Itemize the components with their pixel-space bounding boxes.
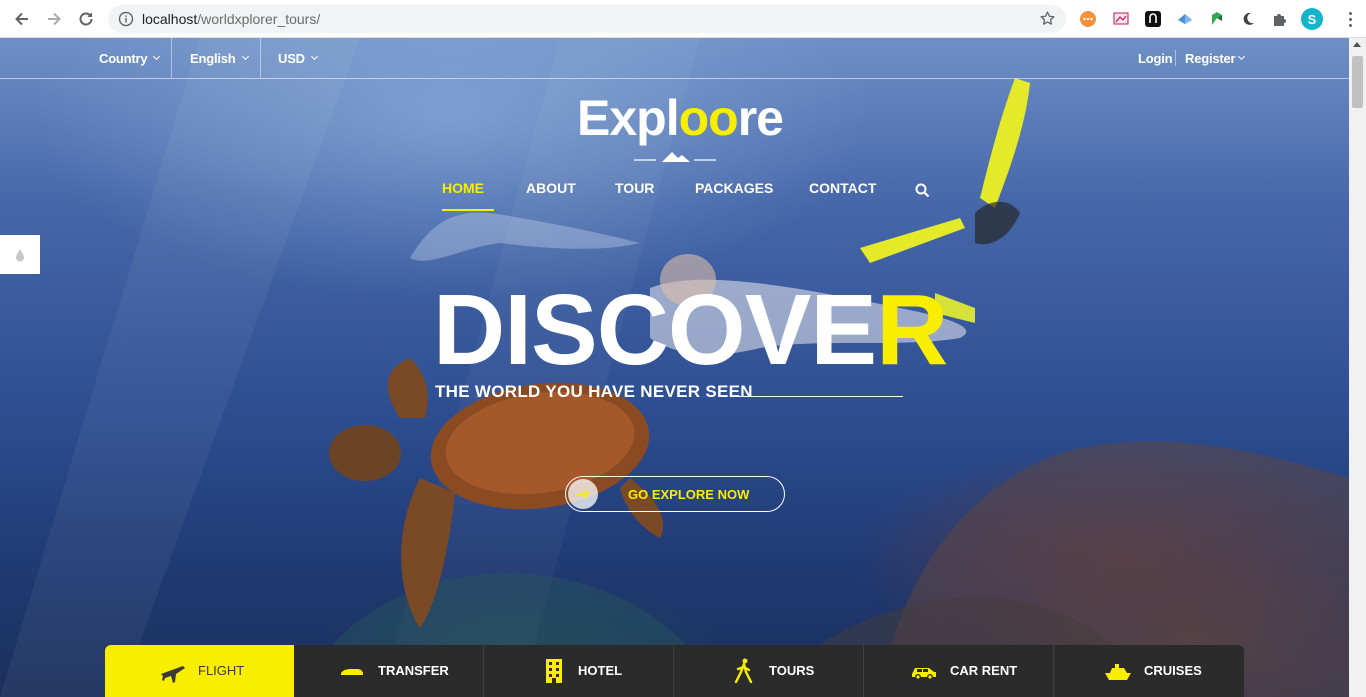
tab-cruises-label: CRUISES xyxy=(1144,663,1202,678)
tab-car-rent-label: CAR RENT xyxy=(950,663,1018,678)
logo-goggles: oo xyxy=(678,90,739,146)
tab-hotel-label: HOTEL xyxy=(578,663,623,678)
url-text: localhost/worldxplorer_tours/ xyxy=(142,11,320,27)
page-scrollbar[interactable] xyxy=(1349,38,1366,697)
reload-icon[interactable] xyxy=(70,3,102,35)
droplet-icon xyxy=(16,248,24,261)
site-info-icon[interactable] xyxy=(118,11,134,32)
nav-home[interactable]: HOME xyxy=(442,180,484,196)
nav-tour[interactable]: TOUR xyxy=(615,180,654,196)
tab-cruises[interactable]: CRUISES xyxy=(1054,645,1244,697)
car-icon xyxy=(912,668,936,680)
cruise-ship-icon xyxy=(1105,664,1131,680)
divider xyxy=(171,38,172,78)
url-host: localhost xyxy=(142,11,198,27)
headline-accent: R xyxy=(876,274,948,386)
login-label: Login xyxy=(1138,50,1173,66)
leaf-extension-icon[interactable] xyxy=(1207,9,1227,29)
plane-icon xyxy=(161,666,185,683)
car-transfer-icon xyxy=(341,669,363,675)
hotel-building-icon xyxy=(546,659,562,683)
browser-toolbar: localhost/worldxplorer_tours/ S xyxy=(0,0,1366,38)
divider xyxy=(260,38,261,78)
country-label: Country xyxy=(99,50,148,66)
nav-active-indicator xyxy=(442,209,494,211)
tab-car-rent[interactable]: CAR RENT xyxy=(864,645,1054,697)
utility-bar: Country English USD Login Register xyxy=(0,38,1349,79)
currency-dropdown[interactable]: USD xyxy=(278,38,318,78)
explore-now-button[interactable]: GO EXPLORE NOW xyxy=(565,476,785,512)
chevron-down-icon xyxy=(153,52,161,61)
register-dropdown[interactable]: Register xyxy=(1185,38,1246,78)
browser-menu-icon[interactable] xyxy=(1340,9,1360,29)
tab-flight[interactable]: FLIGHT xyxy=(105,645,294,697)
login-link[interactable]: Login xyxy=(1138,38,1173,78)
chevron-down-icon xyxy=(1238,52,1246,61)
language-dropdown[interactable]: English xyxy=(190,38,249,78)
profile-avatar[interactable]: S xyxy=(1301,8,1323,30)
explore-now-label: GO EXPLORE NOW xyxy=(628,487,750,502)
tab-tours-label: TOURS xyxy=(769,663,815,678)
page: Country English USD Login Register Explo… xyxy=(0,38,1349,697)
extensions-puzzle-icon[interactable] xyxy=(1270,9,1290,29)
chevron-down-icon xyxy=(241,52,249,61)
logo-text-end: re xyxy=(737,90,784,146)
url-path: /worldxplorer_tours/ xyxy=(197,11,321,27)
chat-extension-icon[interactable] xyxy=(1078,9,1098,29)
language-label: English xyxy=(190,50,236,66)
bookmark-star-icon[interactable] xyxy=(1039,10,1056,32)
tab-flight-label: FLIGHT xyxy=(198,663,245,678)
site-logo[interactable]: Exploore xyxy=(577,90,784,150)
ghost-extension-icon[interactable] xyxy=(1143,9,1163,29)
tab-transfer-label: TRANSFER xyxy=(378,663,449,678)
hero-tagline: THE WORLD YOU HAVE NEVER SEEN xyxy=(435,382,753,401)
chevron-down-icon xyxy=(310,52,318,61)
theme-switcher-tab[interactable] xyxy=(0,235,40,274)
headline-main: DISCOVE xyxy=(433,274,877,386)
nav-packages[interactable]: PACKAGES xyxy=(695,180,773,196)
arrow-right-icon xyxy=(568,479,598,509)
scrollbar-thumb[interactable] xyxy=(1352,56,1363,108)
logo-text-start: Expl xyxy=(577,90,680,146)
nav-about[interactable]: ABOUT xyxy=(526,180,576,196)
tagline-rule xyxy=(734,396,903,397)
tab-transfer[interactable]: TRANSFER xyxy=(294,645,484,697)
country-dropdown[interactable]: Country xyxy=(99,38,161,78)
cloud-extension-icon[interactable] xyxy=(1175,9,1195,29)
tab-hotel[interactable]: HOTEL xyxy=(484,645,674,697)
booking-tabs: FLIGHT TRANSFER HOTEL TOURS CAR RENT CRU… xyxy=(105,645,1244,697)
flag-extension-icon[interactable] xyxy=(1111,9,1131,29)
scroll-up-icon[interactable] xyxy=(1353,42,1361,47)
register-label: Register xyxy=(1185,50,1236,66)
search-icon[interactable] xyxy=(915,183,930,201)
tab-tours[interactable]: TOURS xyxy=(674,645,864,697)
hiker-icon xyxy=(734,658,753,684)
dark-mode-icon[interactable] xyxy=(1238,9,1258,29)
mountain-icon xyxy=(634,152,716,162)
back-icon[interactable] xyxy=(6,3,38,35)
divider xyxy=(1175,50,1176,66)
currency-label: USD xyxy=(278,50,305,66)
forward-icon[interactable] xyxy=(38,3,70,35)
nav-contact[interactable]: CONTACT xyxy=(809,180,876,196)
address-bar[interactable]: localhost/worldxplorer_tours/ xyxy=(108,5,1066,33)
hero-headline: DISCOVER xyxy=(433,270,948,390)
